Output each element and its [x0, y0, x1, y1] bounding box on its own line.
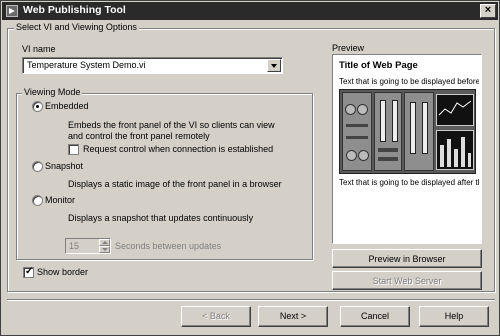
vi-name-value: Temperature System Demo.vi — [27, 60, 146, 70]
help-button[interactable]: Help — [419, 306, 489, 327]
embedded-description-1: Embeds the front panel of the VI so clie… — [68, 120, 275, 130]
thumb-control-panel-3 — [404, 92, 434, 171]
snapshot-radio[interactable] — [32, 161, 43, 172]
thumb-knob-2 — [357, 104, 368, 115]
snapshot-label[interactable]: Snapshot — [45, 161, 83, 171]
embedded-label[interactable]: Embedded — [45, 101, 89, 111]
thumb-thermometer-4 — [422, 102, 428, 154]
thumb-chart-1-trace — [438, 100, 472, 116]
preview-text-after: Text that is going to be displayed after… — [339, 178, 479, 187]
help-label: Help — [444, 311, 464, 321]
vi-name-select[interactable]: Temperature System Demo.vi — [22, 57, 283, 74]
start-web-server-button[interactable]: Start Web Server — [332, 271, 482, 290]
chevron-down-icon[interactable] — [267, 59, 281, 72]
thumb-indicator-1 — [378, 148, 398, 152]
thumb-knob-1 — [345, 104, 356, 115]
select-vi-group-title: Select VI and Viewing Options — [14, 22, 139, 32]
thumb-knob-3 — [346, 150, 357, 161]
viewing-mode-title: Viewing Mode — [22, 87, 83, 97]
preview-in-browser-label: Preview in Browser — [368, 254, 446, 264]
thumb-slider-1 — [346, 124, 368, 127]
monitor-label[interactable]: Monitor — [45, 195, 75, 205]
request-control-checkbox[interactable] — [68, 144, 79, 155]
monitor-description: Displays a snapshot that updates continu… — [68, 213, 254, 223]
show-border-checkbox[interactable] — [23, 266, 34, 278]
monitor-radio[interactable] — [32, 195, 43, 206]
close-button[interactable]: × — [480, 4, 496, 18]
thumb-chart-1 — [436, 94, 474, 126]
title-bar: Web Publishing Tool × — [2, 2, 498, 20]
preview-pane: Title of Web Page Text that is going to … — [332, 54, 482, 244]
thumb-knob-4 — [358, 150, 369, 161]
stepper-up-icon[interactable] — [99, 239, 110, 246]
thumb-indicator-2 — [378, 157, 398, 161]
preview-label: Preview — [332, 43, 365, 53]
thumb-chart-2-bars — [440, 137, 471, 167]
front-panel-thumbnail — [339, 89, 476, 174]
labview-icon — [6, 5, 18, 17]
preview-in-browser-button[interactable]: Preview in Browser — [332, 249, 482, 268]
cancel-button[interactable]: Cancel — [340, 306, 410, 327]
back-label: < Back — [202, 311, 230, 321]
next-button[interactable]: Next > — [258, 306, 328, 327]
back-button[interactable]: < Back — [181, 306, 251, 327]
stepper-down-icon[interactable] — [99, 246, 110, 253]
window-title: Web Publishing Tool — [23, 4, 126, 16]
snapshot-description: Displays a static image of the front pan… — [68, 179, 282, 189]
thumb-thermometer-3 — [410, 102, 416, 154]
viewing-mode-group — [16, 93, 313, 260]
update-interval-label: Seconds between updates — [115, 241, 222, 251]
divider — [7, 299, 495, 301]
preview-text-before: Text that is going to be displayed befor… — [339, 77, 479, 86]
cancel-label: Cancel — [360, 311, 389, 321]
embedded-radio[interactable] — [32, 101, 43, 112]
start-web-server-label: Start Web Server — [372, 276, 442, 286]
thumb-thermometer-2 — [392, 100, 398, 142]
preview-page-title: Title of Web Page — [339, 60, 418, 71]
update-interval-value: 15 — [69, 241, 80, 251]
thumb-slider-2 — [346, 136, 368, 139]
thumb-chart-2 — [436, 130, 474, 170]
embedded-description-2: and control the front panel remotely — [68, 131, 210, 141]
vi-name-label: VI name — [22, 44, 56, 54]
thumb-thermometer-1 — [380, 100, 386, 142]
update-interval-stepper[interactable]: 15 — [65, 238, 111, 254]
request-control-label[interactable]: Request control when connection is estab… — [83, 144, 273, 154]
web-publishing-tool-window: Web Publishing Tool × Select VI and View… — [0, 0, 500, 336]
show-border-label[interactable]: Show border — [37, 267, 88, 277]
next-label: Next > — [279, 311, 307, 321]
